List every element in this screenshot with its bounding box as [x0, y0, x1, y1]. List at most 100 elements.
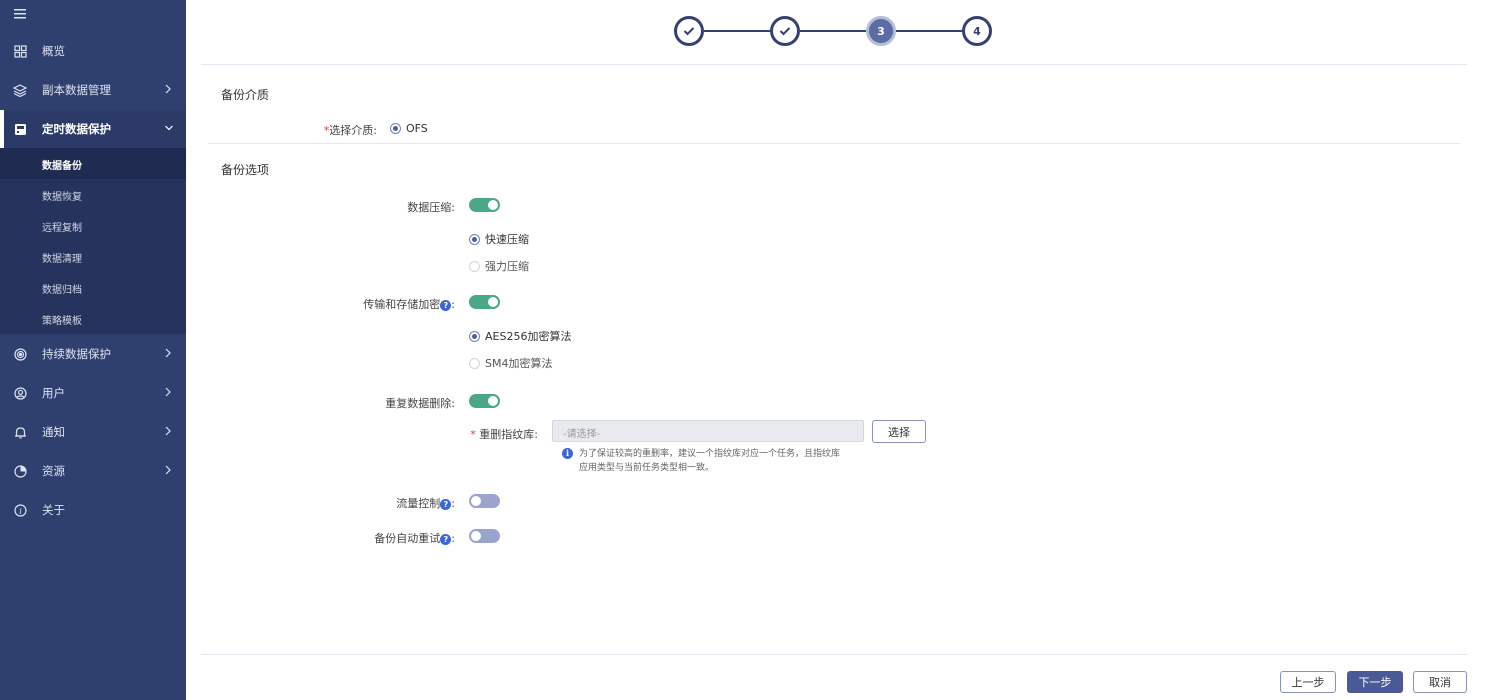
submenu-item-label: 数据清理 — [42, 254, 82, 265]
submenu-item-data-backup[interactable]: 数据备份 — [0, 148, 186, 179]
cancel-button[interactable]: 取消 — [1413, 671, 1467, 693]
sidebar-item-label: 关于 — [42, 503, 65, 517]
prev-step-button[interactable]: 上一步 — [1280, 671, 1336, 693]
sidebar-item-resources[interactable]: 资源 — [0, 452, 186, 490]
flow-control-toggle[interactable] — [469, 494, 500, 508]
sidebar-item-users[interactable]: 用户 — [0, 374, 186, 412]
compression-label: 数据压缩: — [407, 201, 455, 214]
radio-label: SM4加密算法 — [485, 357, 553, 370]
radio-dot — [469, 357, 480, 369]
dedup-toggle[interactable] — [469, 394, 500, 408]
sidebar-item-label: 副本数据管理 — [42, 83, 111, 97]
radio-dot — [390, 123, 401, 134]
compression-fast-radio[interactable]: 快速压缩 — [469, 231, 529, 247]
sidebar-item-copy-data[interactable]: 副本数据管理 — [0, 71, 186, 109]
submenu-item-label: 数据备份 — [42, 161, 82, 172]
scheduled-protect-icon — [13, 122, 27, 136]
section-title-options: 备份选项 — [221, 163, 270, 177]
check-icon — [779, 27, 791, 36]
submenu-item-label: 数据归档 — [42, 285, 82, 296]
sidebar-item-label: 用户 — [42, 386, 65, 400]
radio-dot — [469, 330, 480, 342]
radio-dot — [469, 233, 480, 245]
copy-data-icon — [13, 83, 27, 97]
sidebar-item-label: 持续数据保护 — [42, 347, 111, 361]
step-number: 3 — [877, 24, 885, 38]
svg-text:i: i — [19, 506, 22, 515]
hint-line-2: 应用类型与当前任务类型相一致。 — [579, 463, 715, 473]
divider — [208, 143, 1460, 144]
sidebar-item-overview[interactable]: 概览 — [0, 32, 186, 70]
fingerprint-label: * 重删指纹库: — [470, 428, 538, 441]
hamburger-icon[interactable] — [14, 9, 28, 23]
help-icon[interactable]: ? — [440, 498, 452, 510]
radio-label: OFS — [406, 122, 428, 135]
encryption-toggle[interactable] — [469, 295, 500, 309]
submenu-item-policy-template[interactable]: 策略模板 — [0, 303, 186, 334]
dedup-label: 重复数据删除: — [385, 397, 455, 410]
compression-toggle[interactable] — [469, 198, 500, 212]
compression-strong-radio[interactable]: 强力压缩 — [469, 258, 529, 274]
help-icon[interactable]: ? — [440, 533, 452, 545]
encryption-label: 传输和存储加密?: — [363, 298, 455, 311]
radio-label: AES256加密算法 — [485, 330, 572, 343]
submenu-item-data-restore[interactable]: 数据恢复 — [0, 179, 186, 210]
section-title-media: 备份介质 — [221, 88, 270, 102]
encryption-aes256-radio[interactable]: AES256加密算法 — [469, 328, 571, 344]
sidebar-item-label: 概览 — [42, 44, 65, 58]
sidebar-item-scheduled-protection[interactable]: 定时数据保护 — [0, 110, 186, 148]
active-indicator — [0, 110, 4, 148]
check-icon — [683, 27, 695, 36]
sidebar: 概览 副本数据管理 定时数据保护 数据备份 数据恢复 远程复制 数据清理 数据归… — [0, 0, 186, 700]
step-connector — [800, 30, 866, 32]
grid-icon — [13, 44, 27, 58]
step-connector — [896, 30, 962, 32]
step-number: 4 — [973, 24, 981, 38]
auto-retry-toggle[interactable] — [469, 529, 500, 543]
media-select-label: *选择介质: — [323, 124, 377, 137]
radio-dot — [469, 260, 480, 272]
divider — [201, 64, 1467, 65]
sidebar-item-label: 通知 — [42, 425, 65, 439]
sidebar-item-continuous-protection[interactable]: 持续数据保护 — [0, 335, 186, 373]
wizard-stepper: 3 4 — [674, 16, 996, 48]
pie-icon — [13, 464, 27, 478]
submenu: 数据备份 数据恢复 远程复制 数据清理 数据归档 策略模板 — [0, 148, 186, 334]
sidebar-item-label: 资源 — [42, 464, 65, 478]
sidebar-item-label: 定时数据保护 — [42, 122, 111, 136]
submenu-item-label: 远程复制 — [42, 223, 82, 234]
chevron-down-icon — [164, 122, 174, 136]
sidebar-item-notifications[interactable]: 通知 — [0, 413, 186, 451]
info-icon: i — [562, 448, 573, 459]
step-4[interactable]: 4 — [962, 16, 992, 46]
chevron-right-icon — [164, 83, 174, 97]
divider — [201, 654, 1467, 655]
user-icon — [13, 386, 27, 400]
chevron-right-icon — [164, 464, 174, 478]
chevron-right-icon — [164, 347, 174, 361]
radio-label: 快速压缩 — [485, 233, 529, 246]
submenu-item-data-archive[interactable]: 数据归档 — [0, 272, 186, 303]
submenu-item-remote-replication[interactable]: 远程复制 — [0, 210, 186, 241]
flow-control-label: 流量控制?: — [396, 497, 455, 510]
info-icon: i — [13, 503, 27, 517]
auto-retry-label: 备份自动重试?: — [374, 532, 455, 545]
help-icon[interactable]: ? — [440, 299, 452, 311]
select-button[interactable]: 选择 — [872, 420, 926, 443]
step-2-done[interactable] — [770, 16, 800, 46]
media-option-ofs[interactable]: OFS — [390, 122, 428, 135]
chevron-right-icon — [164, 425, 174, 439]
submenu-item-label: 策略模板 — [42, 316, 82, 327]
submenu-item-data-cleanup[interactable]: 数据清理 — [0, 241, 186, 272]
next-step-button[interactable]: 下一步 — [1347, 671, 1403, 693]
fingerprint-select[interactable]: -请选择- — [552, 420, 864, 442]
radio-label: 强力压缩 — [485, 260, 529, 273]
step-1-done[interactable] — [674, 16, 704, 46]
step-3-current[interactable]: 3 — [866, 16, 896, 46]
step-connector — [704, 30, 770, 32]
encryption-sm4-radio[interactable]: SM4加密算法 — [469, 355, 552, 371]
bell-icon — [13, 425, 27, 439]
sidebar-item-about[interactable]: i 关于 — [0, 491, 186, 529]
dedup-hint: i 为了保证较高的重删率，建议一个指纹库对应一个任务，且指纹库 应用类型与当前任… — [562, 447, 862, 475]
chevron-right-icon — [164, 386, 174, 400]
